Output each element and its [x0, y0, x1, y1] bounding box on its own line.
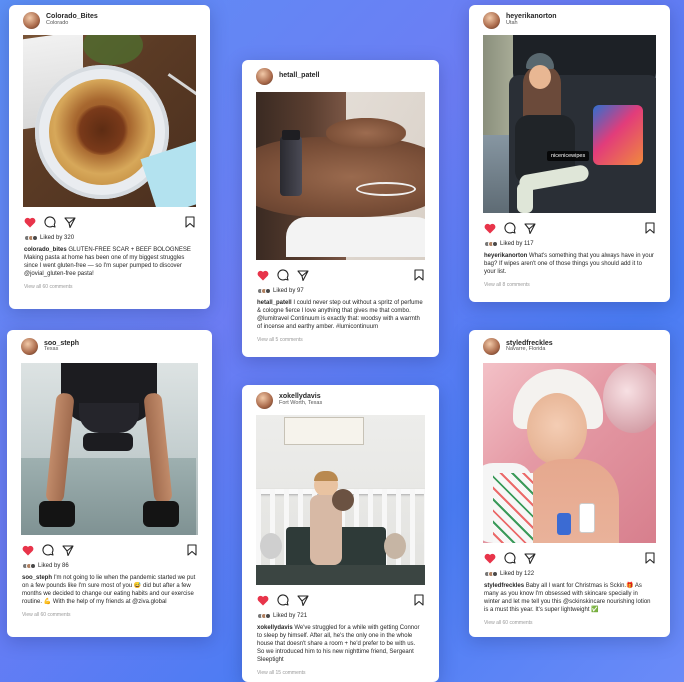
view-all-comments-link[interactable]: View all 15 comments — [242, 664, 439, 676]
heart-icon[interactable] — [257, 270, 269, 281]
comment-icon[interactable] — [44, 216, 56, 228]
view-all-comments-link[interactable]: View all 60 comments — [469, 614, 670, 626]
post-image[interactable] — [256, 92, 425, 260]
heart-icon[interactable] — [257, 595, 269, 606]
post-card: soo_steph Texas Liked by 86 soo_steph I'… — [7, 330, 212, 637]
comment-icon[interactable] — [277, 594, 289, 606]
post-caption: xokellydavis We've struggled for a while… — [242, 619, 439, 664]
share-icon[interactable] — [524, 552, 536, 564]
share-icon[interactable] — [297, 594, 309, 606]
caption-username[interactable]: heyerikanorton — [484, 253, 527, 259]
like-count[interactable]: Liked by 86 — [38, 563, 69, 569]
heart-icon[interactable] — [24, 217, 36, 228]
view-all-comments-link[interactable]: View all 60 comments — [9, 278, 210, 290]
post-card: xokellydavis Fort Worth, Texas Liked by … — [242, 385, 439, 682]
liker-avatars — [22, 563, 36, 569]
post-image[interactable] — [23, 35, 196, 207]
post-location[interactable]: Navarre, Florida — [506, 347, 553, 353]
avatar[interactable] — [483, 11, 500, 29]
post-image[interactable] — [256, 415, 425, 585]
post-image[interactable]: nicenicewipes — [483, 35, 656, 213]
post-location[interactable]: Utah — [506, 20, 557, 27]
post-caption: styledfreckles Baby all I want for Chris… — [469, 577, 670, 614]
post-header: hetall_patell — [242, 60, 439, 92]
likes-row: Liked by 97 — [242, 286, 439, 294]
like-count[interactable]: Liked by 117 — [500, 241, 534, 247]
avatar[interactable] — [256, 391, 273, 409]
share-icon[interactable] — [297, 269, 309, 281]
post-location[interactable]: Colorado — [46, 20, 98, 27]
post-card: styledfreckles Navarre, Florida Liked by… — [469, 330, 670, 637]
post-header: Colorado_Bites Colorado — [9, 5, 210, 35]
avatar[interactable] — [23, 11, 40, 29]
caption-username[interactable]: hetall_patell — [257, 300, 292, 306]
bookmark-icon[interactable] — [185, 216, 195, 228]
avatar[interactable] — [483, 338, 500, 355]
post-header: heyerikanorton Utah — [469, 5, 670, 35]
caption-username[interactable]: soo_steph — [22, 575, 52, 581]
heart-icon[interactable] — [22, 545, 34, 556]
view-all-comments-link[interactable]: View all 8 comments — [469, 276, 670, 288]
avatar[interactable] — [21, 338, 38, 355]
like-count[interactable]: Liked by 721 — [273, 613, 307, 619]
like-count[interactable]: Liked by 122 — [500, 571, 534, 577]
caption-username[interactable]: xokellydavis — [257, 625, 293, 631]
likes-row: Liked by 320 — [9, 233, 210, 241]
post-caption: colorado_bites GLUTEN-FREE SCAR + BEEF B… — [9, 241, 210, 278]
post-header: styledfreckles Navarre, Florida — [469, 330, 670, 363]
post-location[interactable]: Texas — [44, 347, 79, 353]
post-location[interactable]: Fort Worth, Texas — [279, 400, 322, 407]
share-icon[interactable] — [64, 216, 76, 228]
post-card: hetall_patell Liked by 97 hetall_patell … — [242, 60, 439, 357]
caption-username[interactable]: styledfreckles — [484, 583, 524, 589]
post-card: Colorado_Bites Colorado Liked by 320 col… — [9, 5, 210, 309]
heart-icon[interactable] — [484, 553, 496, 564]
comment-icon[interactable] — [277, 269, 289, 281]
likes-row: Liked by 721 — [242, 611, 439, 619]
view-all-comments-link[interactable]: View all 60 comments — [7, 606, 212, 618]
post-caption: hetall_patell I could never step out wit… — [242, 294, 439, 331]
post-header: soo_steph Texas — [7, 330, 212, 363]
view-all-comments-link[interactable]: View all 5 comments — [242, 331, 439, 343]
bookmark-icon[interactable] — [414, 269, 424, 281]
share-icon[interactable] — [524, 222, 536, 234]
post-caption: heyerikanorton What's something that you… — [469, 247, 670, 276]
product-tag[interactable]: nicenicewipes — [547, 151, 590, 161]
post-username[interactable]: hetall_patell — [279, 72, 319, 79]
liker-avatars — [24, 235, 38, 241]
bookmark-icon[interactable] — [645, 222, 655, 234]
liker-avatars — [257, 288, 271, 294]
bookmark-icon[interactable] — [645, 552, 655, 564]
post-card: heyerikanorton Utah nicenicewipes Liked … — [469, 5, 670, 302]
bookmark-icon[interactable] — [187, 544, 197, 556]
comment-icon[interactable] — [504, 552, 516, 564]
share-icon[interactable] — [62, 544, 74, 556]
liker-avatars — [484, 241, 498, 247]
like-count[interactable]: Liked by 97 — [273, 288, 304, 294]
caption-username[interactable]: colorado_bites — [24, 247, 67, 253]
comment-icon[interactable] — [504, 222, 516, 234]
post-header: xokellydavis Fort Worth, Texas — [242, 385, 439, 415]
liker-avatars — [257, 613, 271, 619]
post-image[interactable] — [483, 363, 656, 543]
likes-row: Liked by 86 — [7, 561, 212, 569]
liker-avatars — [484, 571, 498, 577]
heart-icon[interactable] — [484, 223, 496, 234]
comment-icon[interactable] — [42, 544, 54, 556]
post-caption: soo_steph I'm not going to lie when the … — [7, 569, 212, 606]
avatar[interactable] — [256, 67, 273, 85]
likes-row: Liked by 117 — [469, 239, 670, 247]
bookmark-icon[interactable] — [414, 594, 424, 606]
post-image[interactable] — [21, 363, 198, 535]
like-count[interactable]: Liked by 320 — [40, 235, 74, 241]
likes-row: Liked by 122 — [469, 569, 670, 577]
